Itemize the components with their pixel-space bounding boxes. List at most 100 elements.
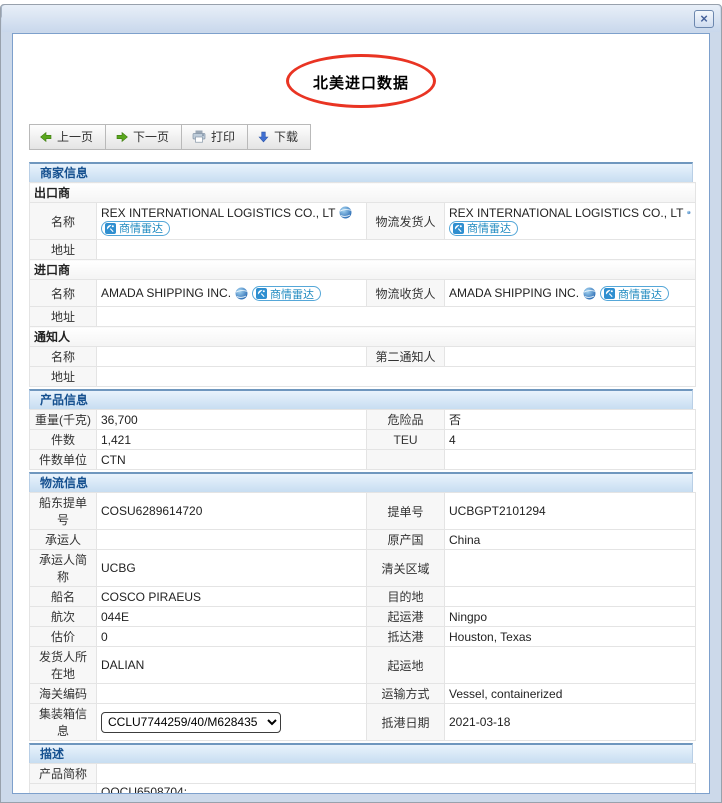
- origin-country-value: China: [444, 529, 696, 550]
- weight-value: 36,700: [96, 409, 367, 430]
- radar-badge-label: 商情雷达: [467, 223, 511, 235]
- section-logistics-info: 物流信息 船东提单号 COSU6289614720 提单号 UCBGPT2101…: [29, 472, 696, 741]
- table-row: 地址: [29, 306, 697, 327]
- download-label: 下载: [274, 130, 299, 144]
- printer-icon: [192, 130, 206, 143]
- shipper-label: 物流发货人: [366, 202, 445, 240]
- dialog-content-panel: 北美进口数据 上一页 下一页 打印 下载 商家信息 出口商 名称 REX INT…: [12, 33, 710, 794]
- merchant-table: 出口商 名称 REX INTERNATIONAL LOGISTICS CO., …: [28, 182, 697, 387]
- table-row: 集装箱信息 CCLU7744259/40/M628435 抵港日期 2021-0…: [29, 703, 696, 741]
- logistics-section-header: 物流信息: [29, 472, 693, 492]
- radar-badge[interactable]: 商情雷达: [600, 286, 670, 301]
- importer-name-value: AMADA SHIPPING INC.: [101, 286, 232, 300]
- desc-line: OOCU6508704:: [101, 785, 188, 794]
- table-row: 产品简称: [29, 763, 696, 784]
- globe-icon[interactable]: [687, 206, 691, 219]
- pieces-value: 1,421: [96, 429, 367, 450]
- table-row: 重量(千克) 36,700 危险品 否: [29, 409, 696, 430]
- title-area: 北美进口数据: [13, 52, 709, 110]
- hs-code-value: [96, 683, 367, 704]
- product-desc-value: OOCU6508704: 001:KITCHEN WAREIMPORT WHIT…: [96, 783, 696, 794]
- product-section-header: 产品信息: [29, 389, 693, 409]
- radar-badge[interactable]: 商情雷达: [252, 286, 322, 301]
- table-row: 产品描述 OOCU6508704: 001:KITCHEN WAREIMPORT…: [29, 783, 696, 794]
- table-row: 件数单位 CTN: [29, 449, 696, 470]
- next-page-label: 下一页: [133, 130, 170, 144]
- loading-port-value: Ningpo: [444, 606, 696, 627]
- next-page-button[interactable]: 下一页: [105, 124, 183, 150]
- transport-mode-label: 运输方式: [366, 683, 445, 704]
- teu-label: TEU: [366, 429, 445, 450]
- globe-icon[interactable]: [235, 287, 248, 300]
- table-row: 件数 1,421 TEU 4: [29, 429, 696, 450]
- table-row: 地址: [29, 239, 697, 260]
- dialog-titlebar[interactable]: ×: [2, 5, 720, 32]
- exporter-address-value: [95, 239, 697, 260]
- departure-place-value: [444, 646, 696, 684]
- exporter-subheader: 出口商: [28, 182, 697, 203]
- table-row: 发货人所在地 DALIAN 起运地: [29, 646, 696, 684]
- empty-label: [366, 449, 445, 470]
- consignee-name-cell: AMADA SHIPPING INC. 商情雷达: [443, 279, 697, 307]
- description-section-header: 描述: [29, 743, 693, 763]
- product-short-label: 产品简称: [29, 763, 97, 784]
- table-row: 承运人简称 UCBG 清关区域: [29, 549, 696, 587]
- container-select[interactable]: CCLU7744259/40/M628435: [101, 711, 281, 733]
- origin-country-label: 原产国: [366, 529, 445, 550]
- notify-name-value: [96, 346, 367, 367]
- notify-subheader: 通知人: [28, 326, 697, 347]
- green-arrow-left-icon: [40, 131, 52, 142]
- carrier-label: 承运人: [29, 529, 97, 550]
- prev-page-button[interactable]: 上一页: [29, 124, 107, 150]
- radar-icon: [105, 222, 116, 234]
- print-button[interactable]: 打印: [181, 124, 249, 150]
- globe-icon[interactable]: [339, 206, 352, 219]
- arrival-date-label: 抵港日期: [366, 703, 445, 741]
- radar-badge[interactable]: 商情雷达: [101, 220, 170, 236]
- second-notify-value: [443, 346, 697, 367]
- master-bl-value: COSU6289614720: [96, 492, 367, 530]
- transport-mode-value: Vessel, containerized: [444, 683, 696, 704]
- voyage-label: 航次: [29, 606, 97, 627]
- table-row: 船名 COSCO PIRAEUS 目的地: [29, 586, 696, 607]
- radar-icon: [256, 288, 268, 299]
- valuation-label: 估价: [29, 626, 97, 647]
- exporter-name-cell: REX INTERNATIONAL LOGISTICS CO., LT 商情雷达: [96, 202, 367, 240]
- arrival-date-value: 2021-03-18: [444, 703, 696, 741]
- vessel-label: 船名: [29, 586, 97, 607]
- shipper-name-cell: REX INTERNATIONAL LOGISTICS CO., LT 商情雷达: [443, 202, 697, 240]
- section-description: 描述 产品简称 产品描述 OOCU6508704: 001:KITCHEN WA…: [29, 743, 696, 794]
- logistics-table: 船东提单号 COSU6289614720 提单号 UCBGPT2101294 承…: [29, 492, 696, 741]
- radar-badge-label: 商情雷达: [270, 288, 315, 301]
- dangerous-value: 否: [444, 409, 696, 430]
- page-title: 北美进口数据: [312, 75, 409, 92]
- dangerous-label: 危险品: [366, 409, 445, 430]
- departure-place-label: 起运地: [366, 646, 445, 684]
- hs-code-label: 海关编码: [29, 683, 97, 704]
- vessel-value: COSCO PIRAEUS: [96, 586, 367, 607]
- second-notify-label: 第二通知人: [366, 346, 445, 367]
- bl-label: 提单号: [366, 492, 445, 530]
- radar-icon: [604, 288, 616, 299]
- table-row: 海关编码 运输方式 Vessel, containerized: [29, 683, 696, 704]
- arrival-port-value: Houston, Texas: [444, 626, 696, 647]
- print-label: 打印: [211, 130, 236, 144]
- clearance-area-label: 清关区域: [366, 549, 445, 587]
- radar-icon: [453, 222, 464, 234]
- container-info-label: 集装箱信息: [29, 703, 97, 741]
- weight-label: 重量(千克): [29, 409, 97, 430]
- table-row: 地址: [29, 366, 697, 387]
- close-button[interactable]: ×: [694, 10, 714, 28]
- arrival-port-label: 抵达港: [366, 626, 445, 647]
- table-row: 船东提单号 COSU6289614720 提单号 UCBGPT2101294: [29, 492, 696, 530]
- importer-name-cell: AMADA SHIPPING INC. 商情雷达: [96, 279, 367, 307]
- toolbar: 上一页 下一页 打印 下载: [29, 124, 312, 150]
- globe-icon[interactable]: [583, 287, 596, 300]
- importer-name-label: 名称: [29, 279, 97, 307]
- download-button[interactable]: 下载: [247, 124, 312, 150]
- radar-badge[interactable]: 商情雷达: [449, 220, 518, 236]
- notify-address-label: 地址: [29, 366, 97, 387]
- carrier-value: [96, 529, 367, 550]
- product-short-value: [96, 763, 696, 784]
- table-row: 名称 AMADA SHIPPING INC. 商情雷达 物流收货人 AMADA …: [29, 279, 697, 307]
